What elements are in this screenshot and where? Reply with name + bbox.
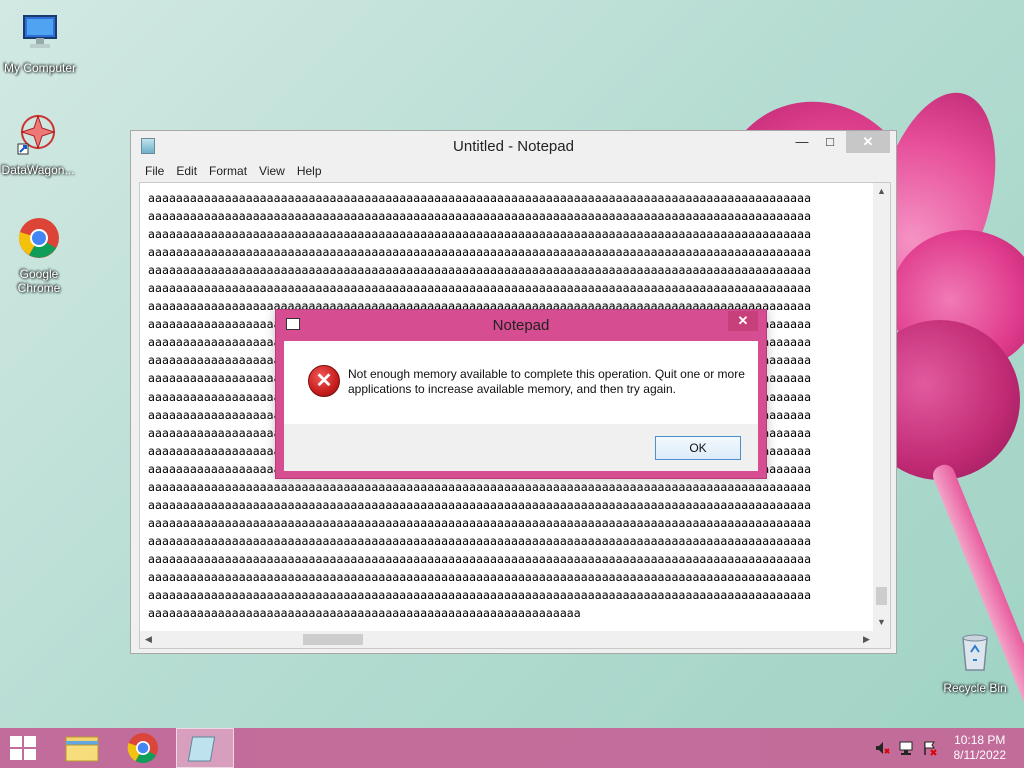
vertical-scroll-thumb[interactable] [876, 587, 887, 605]
menu-view[interactable]: View [253, 161, 291, 181]
desktop-icon-label: Recycle Bin [943, 681, 1007, 695]
editor-line: aaaaaaaaaaaaaaaaaaaaaaaaaaaaaaaaaaaaaaaa… [148, 606, 581, 621]
menu-edit[interactable]: Edit [170, 161, 203, 181]
dialog-body: ✕ Not enough memory available to complet… [284, 341, 758, 424]
desktop-icon-google-chrome[interactable]: Google Chrome [1, 216, 77, 295]
editor-line: aaaaaaaaaaaaaaaaaaaaaaaaaaaaaaaaaaaaaaaa… [148, 281, 812, 296]
computer-icon [23, 15, 57, 48]
editor-line: aaaaaaaaaaaaaaaaaaaaaaaaaaaaaaaaaaaaaaaa… [148, 227, 812, 242]
menu-format[interactable]: Format [203, 161, 253, 181]
clock-date: 8/11/2022 [953, 748, 1007, 762]
editor-line: aaaaaaaaaaaaaaaaaaaaaaaaaaaaaaaaaaaaaaaa… [148, 533, 812, 548]
chrome-icon [127, 733, 158, 764]
windows-logo-icon [24, 749, 36, 760]
scrollbar-corner [873, 631, 890, 648]
editor-line: aaaaaaaaaaaaaaaaaaaaaaaaaaaaaaaaaaaaaaaa… [148, 497, 812, 512]
horizontal-scrollbar[interactable]: ◀ ▶ [140, 631, 875, 648]
dialog-close-button[interactable]: ✕ [728, 311, 758, 331]
editor-line: aaaaaaaaaaaaaaaaaaaaaaaaaaaaaaaaaaaaaaaa… [148, 263, 812, 278]
scroll-left-icon[interactable]: ◀ [140, 631, 157, 648]
editor-line: aaaaaaaaaaaaaaaaaaaaaaaaaaaaaaaaaaaaaaaa… [148, 569, 812, 584]
dialog-titlebar[interactable]: Notepad ✕ [276, 310, 766, 340]
notepad-titlebar[interactable]: Untitled - Notepad — □ ✕ [131, 131, 896, 161]
close-button[interactable]: ✕ [846, 131, 890, 153]
action-center-flag-icon[interactable] [922, 740, 938, 759]
vertical-scrollbar[interactable]: ▲ ▼ [873, 183, 890, 631]
network-icon[interactable] [898, 740, 914, 759]
system-clock[interactable]: 10:18 PM 8/11/2022 [954, 733, 1007, 763]
desktop-icon-label: Google Chrome [17, 267, 61, 295]
editor-line: aaaaaaaaaaaaaaaaaaaaaaaaaaaaaaaaaaaaaaaa… [148, 515, 812, 530]
editor-line: aaaaaaaaaaaaaaaaaaaaaaaaaaaaaaaaaaaaaaaa… [148, 209, 812, 224]
minimize-button[interactable]: — [788, 131, 816, 153]
clock-time: 10:18 PM [954, 733, 1006, 747]
windows-logo-icon [10, 749, 22, 760]
editor-line: aaaaaaaaaaaaaaaaaaaaaaaaaaaaaaaaaaaaaaaa… [148, 479, 812, 494]
error-dialog[interactable]: Notepad ✕ ✕ Not enough memory available … [275, 309, 767, 479]
dialog-title: Notepad [492, 317, 550, 334]
editor-line: aaaaaaaaaaaaaaaaaaaaaaaaaaaaaaaaaaaaaaaa… [148, 245, 812, 260]
desktop-icon-my-computer[interactable]: My Computer [2, 10, 78, 75]
desktop-icon-label: DataWagon... [1, 163, 75, 177]
maximize-button[interactable]: □ [816, 131, 844, 153]
menu-file[interactable]: File [139, 161, 170, 181]
editor-line: aaaaaaaaaaaaaaaaaaaaaaaaaaaaaaaaaaaaaaaa… [148, 551, 812, 566]
wallpaper-stem [930, 461, 1024, 749]
chrome-icon [18, 218, 59, 258]
ok-button[interactable]: OK [655, 436, 741, 460]
taskbar-notepad[interactable] [176, 728, 234, 768]
windows-logo-icon [24, 736, 36, 747]
desktop-icon-datawagon[interactable]: DataWagon... [0, 112, 76, 177]
notepad-icon [187, 736, 216, 762]
desktop-icon-recycle-bin[interactable]: Recycle Bin [937, 630, 1013, 695]
volume-muted-icon[interactable] [874, 740, 890, 759]
start-button[interactable] [10, 736, 38, 760]
menu-help[interactable]: Help [291, 161, 328, 181]
menu-bar: File Edit Format View Help [131, 161, 896, 181]
editor-line: aaaaaaaaaaaaaaaaaaaaaaaaaaaaaaaaaaaaaaaa… [148, 588, 812, 603]
taskbar-chrome[interactable] [114, 728, 172, 768]
scroll-up-icon[interactable]: ▲ [873, 183, 890, 200]
editor-line: aaaaaaaaaaaaaaaaaaaaaaaaaaaaaaaaaaaaaaaa… [148, 191, 812, 205]
dialog-footer: OK [284, 424, 758, 471]
desktop-icon-label: My Computer [3, 61, 77, 75]
error-icon: ✕ [308, 365, 340, 397]
folder-icon [65, 736, 99, 762]
window-title: Untitled - Notepad [453, 138, 574, 155]
horizontal-scroll-thumb[interactable] [303, 634, 363, 645]
dialog-message: Not enough memory available to complete … [348, 367, 745, 396]
recycle-bin-icon [962, 634, 988, 671]
datawagon-icon [17, 114, 56, 155]
taskbar: 10:18 PM 8/11/2022 [0, 728, 1024, 768]
scroll-down-icon[interactable]: ▼ [873, 614, 890, 631]
taskbar-file-explorer[interactable] [54, 728, 112, 768]
windows-logo-icon [10, 736, 22, 747]
